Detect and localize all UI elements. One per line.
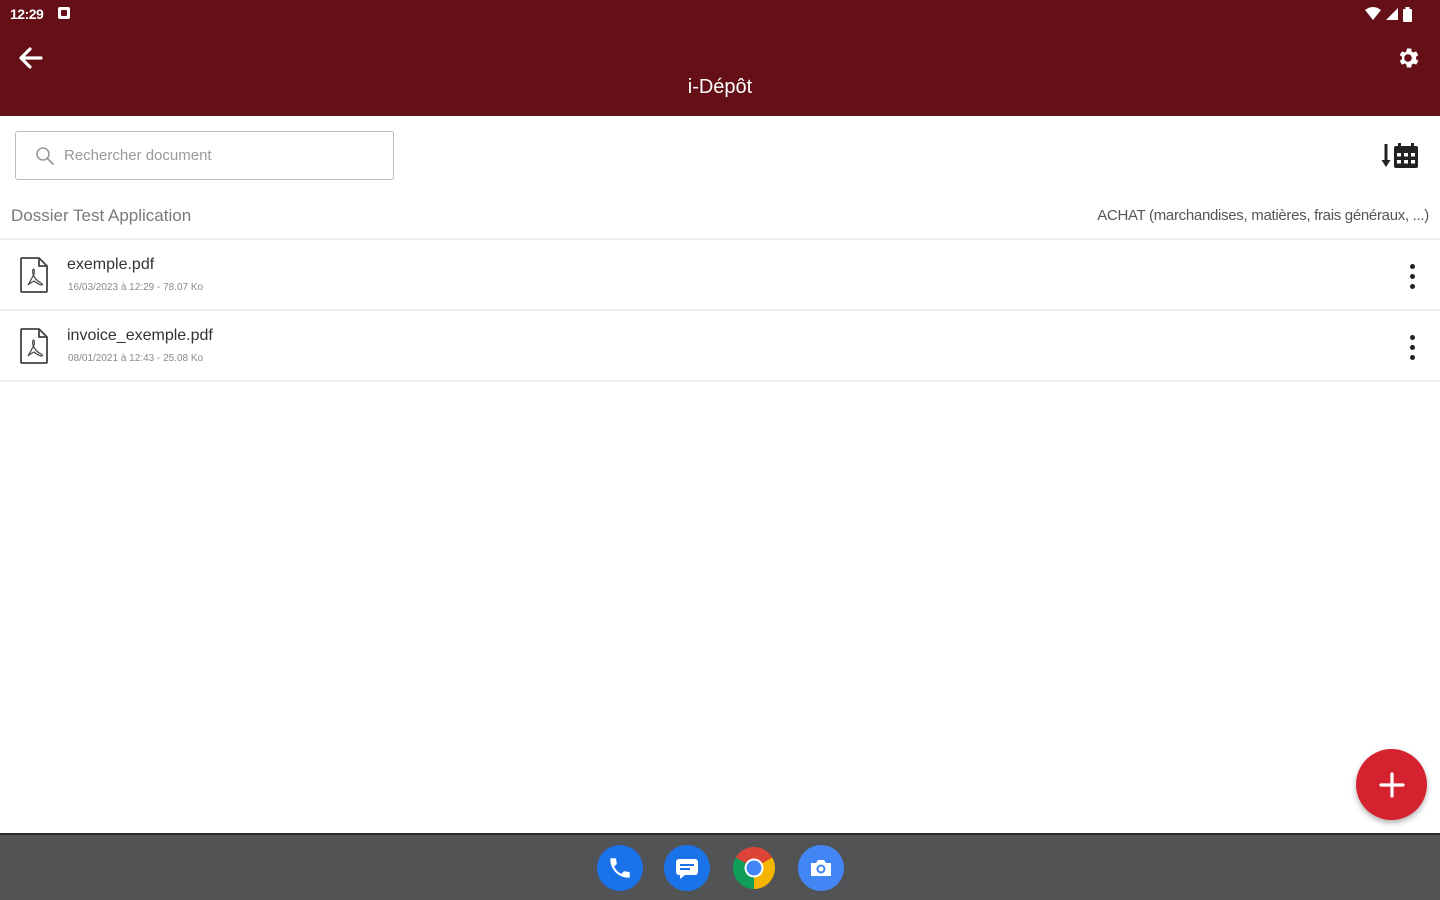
notification-icon	[58, 7, 70, 19]
document-row[interactable]: exemple.pdf 16/03/2023 à 12:29 - 78.07 K…	[0, 240, 1440, 311]
pdf-file-icon	[20, 257, 48, 293]
app-bar: 12:29 i-Dépôt	[0, 0, 1440, 116]
settings-button[interactable]	[1392, 42, 1424, 74]
messages-icon[interactable]	[664, 845, 710, 891]
document-name: exemple.pdf	[67, 256, 155, 273]
battery-icon	[1403, 6, 1412, 22]
document-meta: 08/01/2021 à 12:43 - 25.08 Ko	[68, 353, 204, 364]
wifi-icon	[1365, 7, 1381, 20]
back-button[interactable]	[14, 42, 46, 74]
add-document-button[interactable]	[1356, 749, 1427, 820]
sort-by-date-button[interactable]	[1380, 138, 1422, 174]
signal-icon	[1386, 8, 1398, 20]
arrow-left-icon	[19, 47, 43, 69]
app-title: i-Dépôt	[687, 76, 753, 98]
chrome-icon[interactable]	[731, 845, 777, 891]
more-vertical-icon[interactable]	[1400, 331, 1424, 363]
phone-icon[interactable]	[597, 845, 643, 891]
gear-icon	[1399, 48, 1419, 68]
document-list: exemple.pdf 16/03/2023 à 12:29 - 78.07 K…	[0, 238, 1440, 382]
search-input[interactable]	[64, 147, 364, 164]
status-time: 12:29	[10, 6, 44, 22]
sort-by-date-icon	[1381, 143, 1418, 168]
search-icon	[34, 145, 56, 167]
status-bar: 12:29	[0, 0, 1440, 28]
category-name: ACHAT (marchandises, matières, frais gén…	[1097, 207, 1429, 224]
search-box[interactable]	[15, 131, 394, 180]
camera-icon[interactable]	[798, 845, 844, 891]
document-name: invoice_exemple.pdf	[67, 327, 213, 344]
more-vertical-icon[interactable]	[1400, 260, 1424, 292]
status-icons	[1365, 6, 1412, 22]
plus-icon	[1378, 771, 1405, 798]
taskbar	[0, 833, 1440, 900]
folder-name: Dossier Test Application	[11, 206, 192, 225]
document-meta: 16/03/2023 à 12:29 - 78.07 Ko	[68, 282, 204, 293]
document-row[interactable]: invoice_exemple.pdf 08/01/2021 à 12:43 -…	[0, 311, 1440, 382]
pdf-file-icon	[20, 328, 48, 364]
